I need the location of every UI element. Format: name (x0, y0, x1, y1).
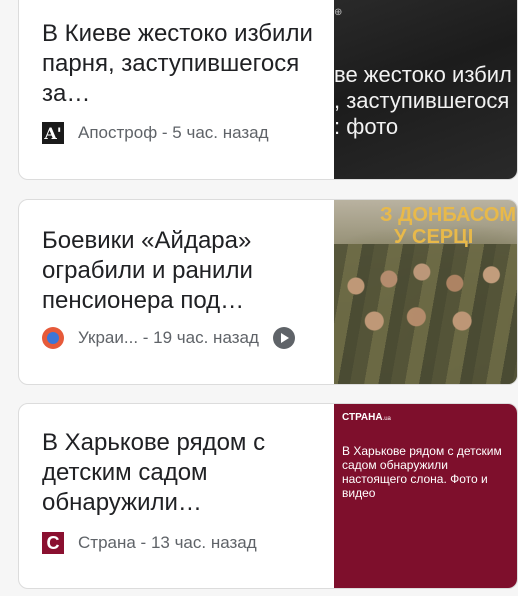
headline-container: В Харькове рядом с детским садом обнаруж… (42, 428, 332, 518)
photo-banner-text: У СЕРЦІ (394, 226, 474, 248)
news-time: 5 час. назад (172, 123, 269, 142)
news-time: 13 час. назад (150, 533, 257, 552)
meta-separator: - (138, 328, 154, 347)
news-source: Страна (78, 533, 136, 552)
thumbnail-caption: ве жестоко избил , заступившегося : фото (334, 62, 512, 140)
news-source: Апостроф (78, 123, 158, 142)
caption-line: ве жестоко избил (334, 62, 512, 87)
news-card-3[interactable]: В Харькове рядом с детским садом обнаруж… (18, 403, 518, 589)
news-source: Украи... (78, 328, 139, 347)
news-headline: В Харькове рядом с детским садом обнаруж… (42, 429, 266, 516)
caption-line: : фото (334, 114, 399, 139)
meta-separator: - (135, 533, 151, 552)
news-thumbnail[interactable]: З ДОНБАСОМ У СЕРЦІ (334, 200, 517, 384)
headline-container: Боевики «Айдара» ограбили и ранили пенси… (42, 226, 332, 316)
news-thumbnail[interactable]: ⊕ ве жестоко избил , заступившегося : фо… (334, 0, 517, 179)
headline-container: В Киеве жестоко избили парня, заступивше… (42, 19, 332, 109)
news-time: 19 час. назад (153, 328, 259, 347)
strana-logo-icon: С (42, 532, 64, 554)
news-meta: A' Апостроф - 5 час. назад (42, 122, 269, 144)
caption-line: , заступившегося (334, 88, 510, 113)
news-card-2[interactable]: Боевики «Айдара» ограбили и ранили пенси… (18, 199, 518, 385)
news-thumbnail[interactable]: СТРАНА.ua В Харькове рядом с детским сад… (334, 404, 517, 588)
news-card-1[interactable]: В Киеве жестоко избили парня, заступивше… (18, 0, 518, 180)
apostrof-logo-icon: A' (42, 122, 64, 144)
brand-suffix: .ua (382, 416, 391, 422)
brand-name: СТРАНА (342, 412, 383, 423)
strana-brand-logo: СТРАНА.ua (342, 412, 391, 423)
news-meta: Украи... - 19 час. назад (42, 327, 295, 349)
meta-separator: - (157, 123, 173, 142)
news-headline: В Киеве жестоко избили парня, заступивше… (42, 20, 313, 107)
channel-logo-icon: ⊕ (334, 7, 343, 18)
group-photo (334, 244, 517, 384)
play-video-icon[interactable] (272, 327, 295, 349)
photo-banner-text: З ДОНБАСОМ (380, 204, 517, 226)
ukrainian-source-icon (42, 327, 64, 349)
news-meta: С Страна - 13 час. назад (42, 532, 257, 554)
news-headline: Боевики «Айдара» ограбили и ранили пенси… (42, 227, 253, 314)
thumbnail-blurb: В Харькове рядом с детским садом обнаруж… (342, 444, 502, 500)
